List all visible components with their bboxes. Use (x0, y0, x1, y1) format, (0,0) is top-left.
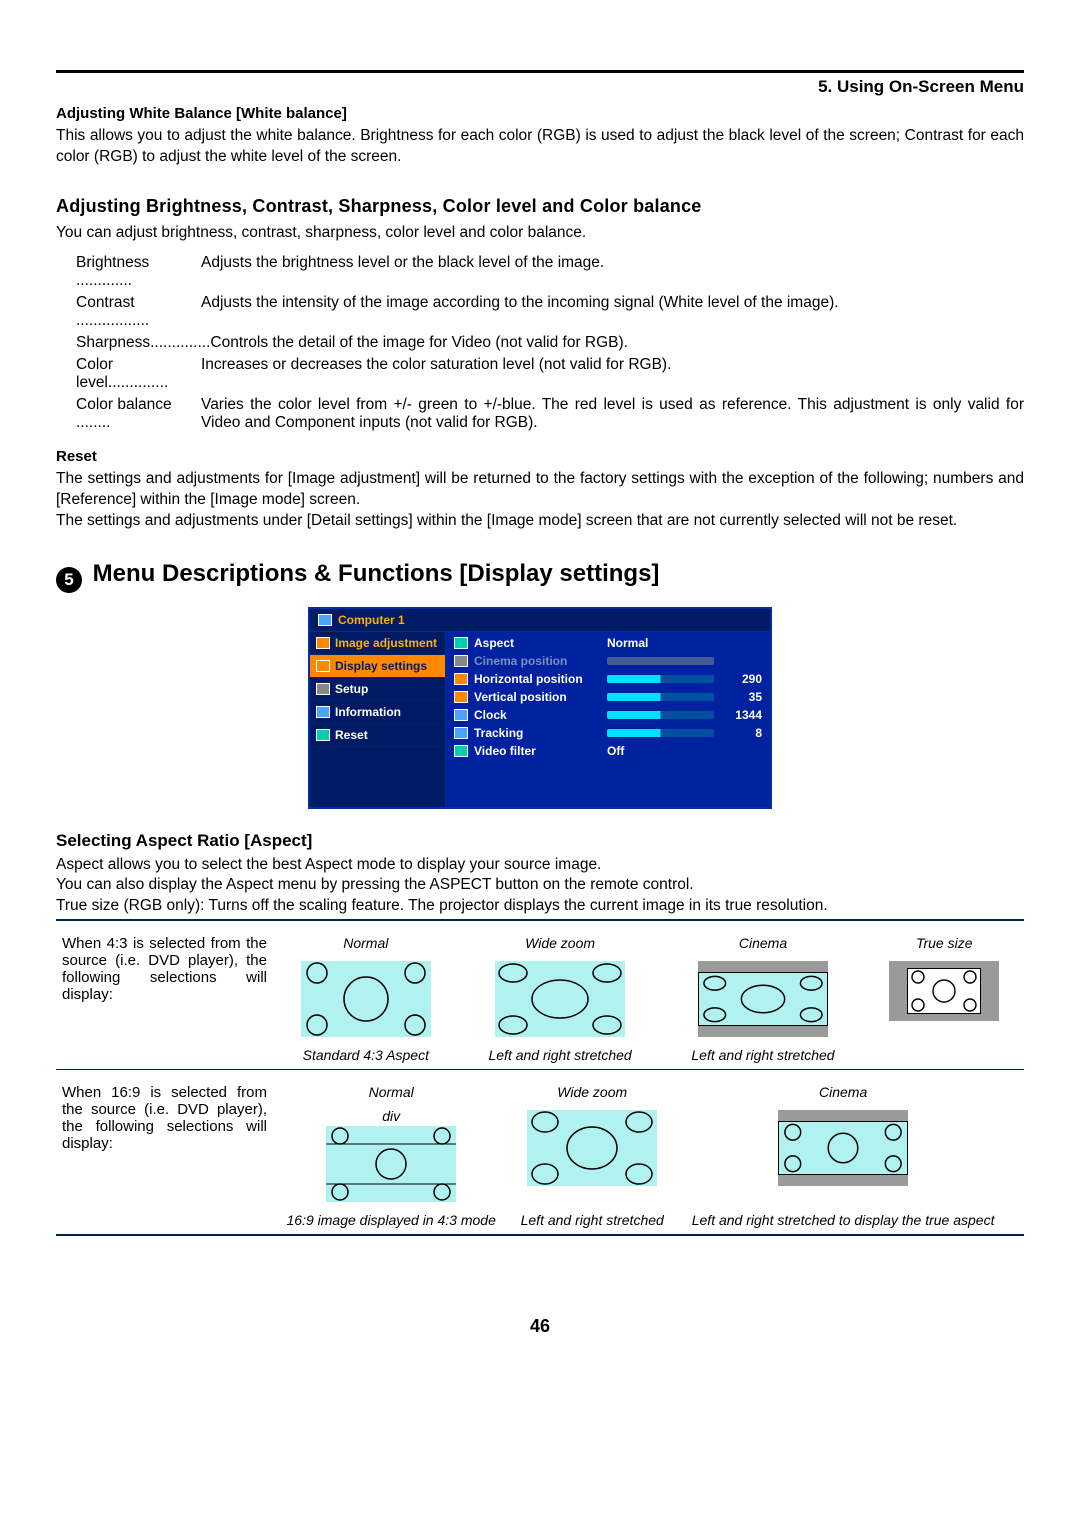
screen-wide-169 (527, 1110, 657, 1186)
osd-item-setup[interactable]: Setup (310, 678, 445, 701)
screen-cinema-169 (778, 1110, 908, 1186)
osd-title-bar: Computer 1 (310, 609, 770, 632)
slider-vpos[interactable] (607, 693, 714, 701)
osd-row-aspect[interactable]: Aspect Normal (446, 634, 770, 652)
reset-p1: The settings and adjustments for [Image … (56, 469, 1024, 511)
sec5-title: Menu Descriptions & Functions [Display s… (93, 560, 660, 587)
aspect-header-169: When 16:9 is selected from the source (i… (56, 1080, 1024, 1104)
osd-row-cinema: Cinema position (446, 652, 770, 670)
page-number: 46 (56, 1316, 1024, 1337)
osd-title-text: Computer 1 (338, 613, 405, 627)
hdr-widezoom: Wide zoom (459, 931, 662, 955)
osd-item-info[interactable]: Information (310, 701, 445, 724)
osd-item-image[interactable]: Image adjustment (310, 632, 445, 655)
ellipses-icon (527, 1110, 657, 1186)
clock-icon (454, 709, 468, 721)
aspect-header-43: When 4:3 is selected from the source (i.… (56, 931, 1024, 955)
slider-clock[interactable] (607, 711, 714, 719)
tracking-icon (454, 727, 468, 739)
hdr-cinema: Cinema (662, 931, 865, 955)
table-rule (56, 919, 1024, 921)
slider-hpos[interactable] (607, 675, 714, 683)
info-icon (316, 706, 330, 718)
computer-icon (318, 614, 332, 626)
osd-row-hpos[interactable]: Horizontal position 290 (446, 670, 770, 688)
hdr-truesize: True size (864, 931, 1024, 955)
osd-row-clock[interactable]: Clock 1344 (446, 706, 770, 724)
osd-item-reset[interactable]: Reset (310, 724, 445, 747)
adj-item: Brightness ............. Adjusts the bri… (76, 254, 1024, 290)
bottom-rule (56, 1234, 1024, 1236)
screen-true-43 (889, 961, 999, 1021)
aspect-heading: Selecting Aspect Ratio [Aspect] (56, 831, 1024, 851)
aspect-icon (454, 637, 468, 649)
aspect-table: When 4:3 is selected from the source (i.… (56, 931, 1024, 1067)
cinema-icon (454, 655, 468, 667)
screen-normal-169 (326, 1126, 456, 1202)
circles-icon (326, 1126, 456, 1202)
hdr-wide-169: Wide zoom (509, 1080, 675, 1104)
circles-icon (779, 1122, 907, 1174)
adj-heading: Adjusting Brightness, Contrast, Sharpnes… (56, 196, 1024, 217)
mid-rule (56, 1069, 1024, 1070)
osd-row-vfilter[interactable]: Video filter Off (446, 742, 770, 760)
osd-row-vpos[interactable]: Vertical position 35 (446, 688, 770, 706)
display-icon (316, 660, 330, 672)
slider-tracking[interactable] (607, 729, 714, 737)
hpos-icon (454, 673, 468, 685)
aspect-p1: Aspect allows you to select the best Asp… (56, 855, 1024, 876)
ellipses-icon (495, 961, 625, 1037)
adj-intro: You can adjust brightness, contrast, sha… (56, 223, 1024, 244)
ellipses-icon (699, 973, 827, 1025)
page: 5. Using On-Screen Menu Adjusting White … (0, 0, 1080, 1377)
hdr-normal: Normal (273, 931, 459, 955)
chapter-title: 5. Using On-Screen Menu (56, 77, 1024, 97)
circles-icon (301, 961, 431, 1037)
sec5-heading: 5 Menu Descriptions & Functions [Display… (56, 560, 1024, 593)
adj-item: Color balance ........ Varies the color … (76, 396, 1024, 432)
row-169-desc: When 16:9 is selected from the source (i… (56, 1080, 273, 1232)
hdr-normal-169: Normal (273, 1080, 509, 1104)
top-rule (56, 70, 1024, 73)
screen-wide-43 (495, 961, 625, 1037)
screen-cinema-43 (698, 961, 828, 1037)
hdr-cinema-169: Cinema (675, 1080, 1011, 1104)
adj-item: Sharpness.............. Controls the det… (76, 334, 1024, 352)
osd-item-display[interactable]: Display settings (310, 655, 445, 678)
wb-text: This allows you to adjust the white bala… (56, 126, 1024, 168)
image-icon (316, 637, 330, 649)
adj-item: Color level.............. Increases or d… (76, 356, 1024, 392)
reset-p2: The settings and adjustments under [Deta… (56, 511, 1024, 532)
osd-menu: Image adjustment Display settings Setup … (310, 632, 446, 807)
osd-settings: Aspect Normal Cinema position Horizontal… (446, 632, 770, 807)
adj-list: Brightness ............. Adjusts the bri… (56, 244, 1024, 442)
screen-normal-43 (301, 961, 431, 1037)
adj-item: Contrast ................. Adjusts the i… (76, 294, 1024, 330)
slider-cinema (607, 657, 714, 665)
wb-heading: Adjusting White Balance [White balance] (56, 105, 1024, 122)
aspect-p3: True size (RGB only): Turns off the scal… (56, 896, 1024, 917)
vfilter-icon (454, 745, 468, 757)
osd-row-tracking[interactable]: Tracking 8 (446, 724, 770, 742)
aspect-table-169: When 16:9 is selected from the source (i… (56, 1080, 1024, 1232)
reset-icon (316, 729, 330, 741)
bullet-5-icon: 5 (56, 567, 82, 593)
circles-icon (908, 969, 980, 1013)
aspect-p2: You can also display the Aspect menu by … (56, 875, 1024, 896)
reset-heading: Reset (56, 448, 1024, 465)
vpos-icon (454, 691, 468, 703)
hdr-empty (1011, 1080, 1024, 1104)
osd-window: Computer 1 Image adjustment Display sett… (308, 607, 772, 809)
setup-icon (316, 683, 330, 695)
row-43-desc: When 4:3 is selected from the source (i.… (56, 931, 273, 1067)
